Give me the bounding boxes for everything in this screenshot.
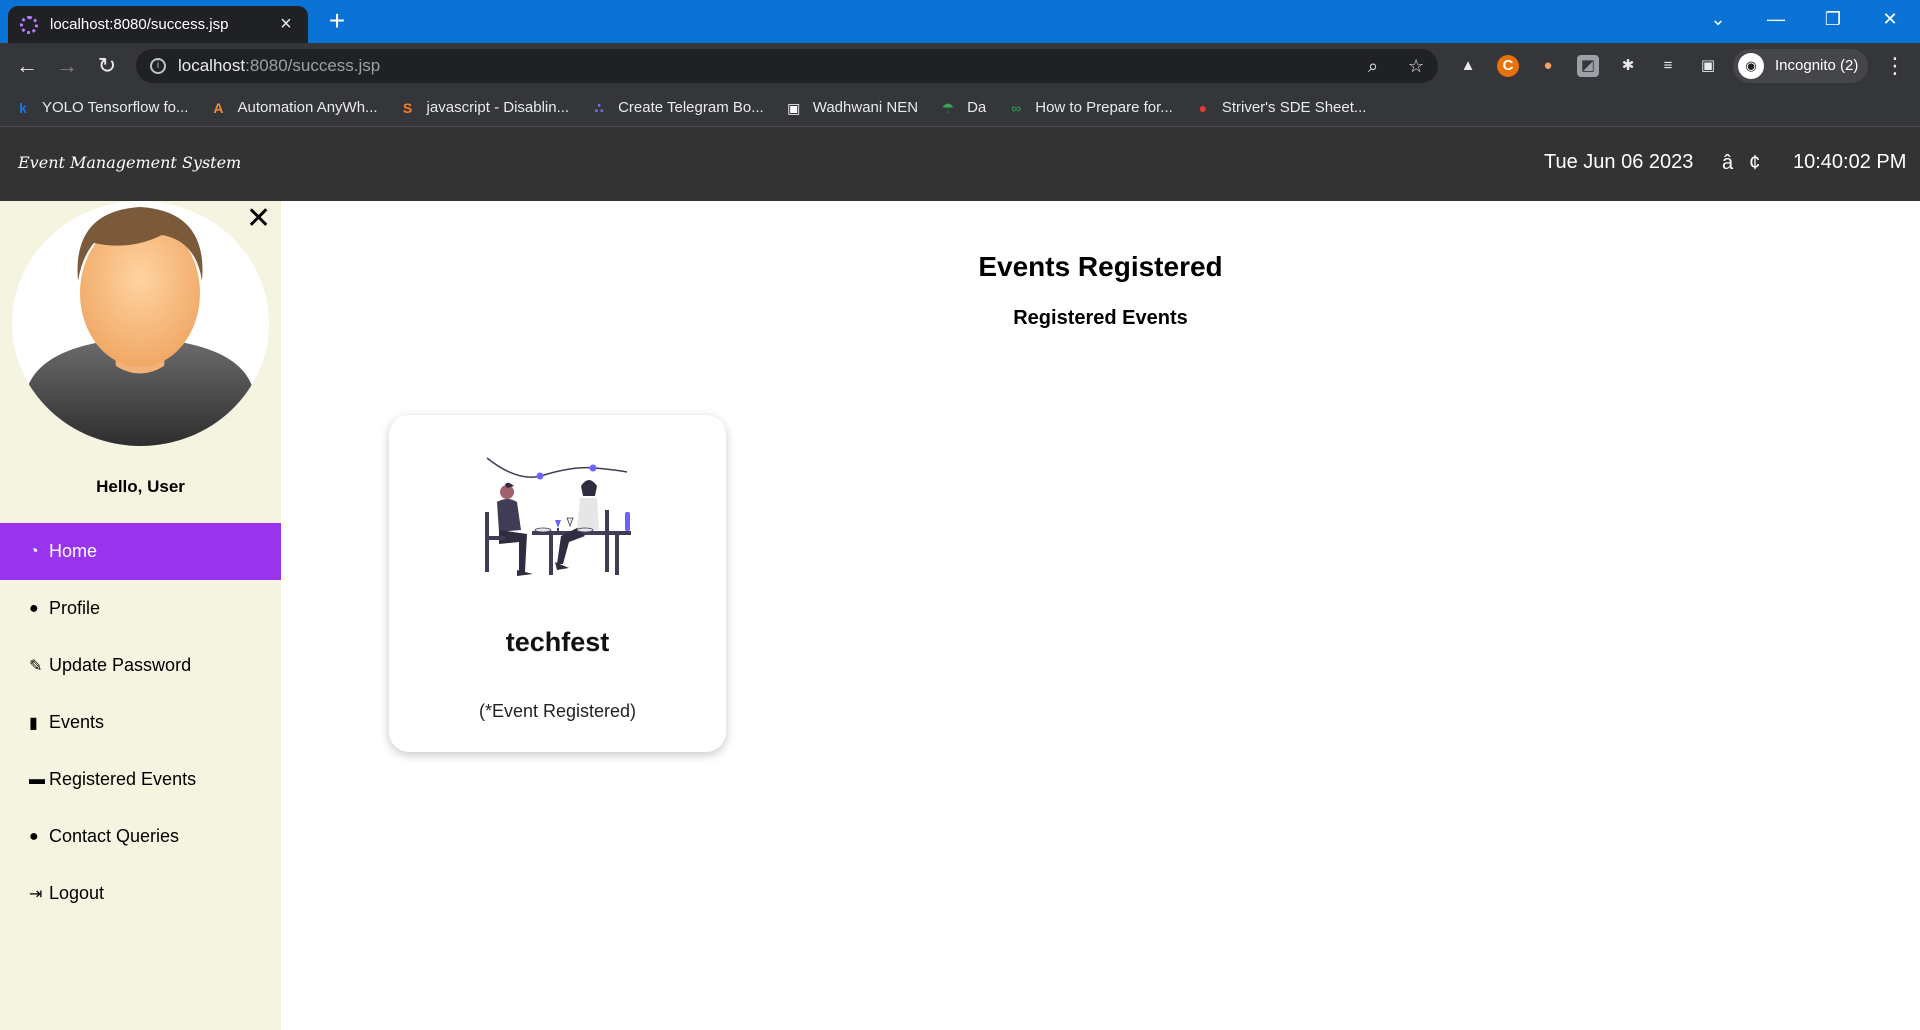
sidebar-item-label: Contact Queries bbox=[49, 826, 180, 846]
sidebar-item-events[interactable]: ▮ Events bbox=[0, 694, 281, 751]
bookmarks-bar: k YOLO Tensorflow fo... A Automation AnyWh.… bbox=[0, 89, 1920, 127]
bookmark-favicon-icon: A bbox=[213, 99, 224, 116]
bookmark-star-icon[interactable]: ☆ bbox=[1408, 49, 1424, 83]
bookmark-item[interactable]: k YOLO Tensorflow fo... bbox=[14, 99, 188, 117]
browser-tab[interactable]: localhost:8080/success.jsp × bbox=[8, 6, 308, 43]
dashboard-icon: ◔ bbox=[29, 542, 39, 560]
browser-menu-icon[interactable]: ⋮ bbox=[1884, 53, 1906, 79]
bookmark-item[interactable]: ▣ Wadhwani NEN bbox=[785, 99, 918, 117]
extension-drop-icon[interactable]: ● bbox=[1537, 55, 1559, 77]
new-tab-button[interactable]: + bbox=[322, 6, 352, 36]
close-tab-icon[interactable]: × bbox=[276, 13, 296, 36]
page-subtitle: Registered Events bbox=[1013, 307, 1188, 329]
avatar bbox=[12, 201, 269, 446]
close-window-button[interactable]: ✕ bbox=[1862, 0, 1918, 40]
bookmark-item[interactable]: ☂ Da bbox=[939, 99, 986, 117]
event-name: techfest bbox=[505, 627, 610, 657]
sidebar-item-update-password[interactable]: ✎ Update Password bbox=[0, 637, 281, 694]
sidebar: ✕ Hello, User ◔ Home ● Profile ✎ Update Passw… bbox=[0, 201, 281, 1030]
sidebar-item-profile[interactable]: ● Profile bbox=[0, 580, 281, 637]
bookmark-label: Automation AnyWh... bbox=[237, 99, 378, 116]
event-card[interactable]: techfest (*Event Registered) bbox=[389, 415, 726, 752]
comments-icon: ● bbox=[29, 827, 39, 845]
address-bar[interactable]: i localhost:8080/success.jsp ⌕ ☆ bbox=[136, 49, 1438, 83]
bookmark-label: Create Telegram Bo... bbox=[618, 99, 764, 116]
credit-card-icon: ▬ bbox=[29, 770, 45, 788]
page-title: Events Registered bbox=[978, 251, 1223, 282]
user-icon: ● bbox=[29, 599, 39, 617]
incognito-label: Incognito (2) bbox=[1775, 57, 1859, 74]
sidebar-item-label: Logout bbox=[49, 883, 105, 903]
minimize-button[interactable]: — bbox=[1748, 0, 1804, 40]
sidebar-item-label: Profile bbox=[49, 598, 101, 618]
sidebar-item-contact-queries[interactable]: ● Contact Queries bbox=[0, 808, 281, 865]
bookmark-favicon-icon: k bbox=[19, 99, 27, 116]
extensions-puzzle-icon[interactable]: ✱ bbox=[1617, 55, 1639, 77]
bookmark-item[interactable]: ● Striver's SDE Sheet... bbox=[1194, 99, 1367, 117]
url-host: localhost bbox=[178, 56, 246, 75]
bookmark-favicon-icon: ● bbox=[1198, 99, 1208, 116]
back-button[interactable]: ← bbox=[12, 51, 42, 81]
bookmark-item[interactable]: ∴ Create Telegram Bo... bbox=[590, 99, 764, 117]
sidebar-item-home[interactable]: ◔ Home bbox=[0, 523, 281, 580]
dinner-illustration-icon bbox=[485, 457, 631, 576]
restore-button[interactable]: ❐ bbox=[1805, 0, 1861, 40]
sidebar-item-label: Update Password bbox=[49, 655, 192, 675]
bookmark-item[interactable]: ∞ How to Prepare for... bbox=[1007, 99, 1173, 117]
side-panel-icon[interactable]: ▣ bbox=[1697, 55, 1719, 77]
tab-search-icon[interactable]: ⌄ bbox=[1690, 0, 1746, 40]
reload-button[interactable]: ↻ bbox=[92, 51, 122, 81]
header-separator-glyph: â¢ bbox=[1722, 152, 1761, 174]
incognito-icon: ◉ bbox=[1738, 53, 1764, 79]
tab-title: localhost:8080/success.jsp bbox=[50, 16, 229, 33]
extension-mountain-icon[interactable]: ▲ bbox=[1457, 55, 1479, 77]
bookmark-favicon-icon: ∞ bbox=[1011, 99, 1022, 116]
bookmark-favicon-icon: ∴ bbox=[594, 99, 604, 116]
bookmark-item[interactable]: A Automation AnyWh... bbox=[209, 99, 377, 117]
extension-c-icon[interactable]: C bbox=[1497, 55, 1519, 77]
browser-toolbar: ← → ↻ i localhost:8080/success.jsp ⌕ ☆ ▲… bbox=[0, 43, 1920, 89]
bookmark-label: javascript - Disablin... bbox=[426, 99, 570, 116]
bookmark-label: Da bbox=[967, 99, 987, 116]
forward-button[interactable]: → bbox=[52, 51, 82, 81]
close-sidebar-icon[interactable]: ✕ bbox=[246, 201, 271, 236]
event-status: (*Event Registered) bbox=[478, 701, 637, 721]
sidebar-item-label: Home bbox=[49, 541, 98, 561]
bookmark-label: Wadhwani NEN bbox=[812, 99, 919, 116]
header-time: 10:40:02 PM bbox=[1793, 151, 1907, 173]
logout-icon: ⇥ bbox=[29, 885, 43, 903]
media-queue-icon[interactable]: ≡ bbox=[1657, 55, 1679, 77]
brand-title[interactable]: Event Management System bbox=[18, 153, 241, 172]
zoom-icon[interactable]: ⌕ bbox=[1368, 49, 1378, 83]
bookmark-label: Striver's SDE Sheet... bbox=[1221, 99, 1367, 116]
header-date: Tue Jun 06 2023 bbox=[1544, 151, 1694, 173]
sidebar-item-registered-events[interactable]: ▬ Registered Events bbox=[0, 751, 281, 808]
bookmark-favicon-icon: ☂ bbox=[941, 99, 955, 116]
bookmark-favicon-icon: ▣ bbox=[787, 99, 801, 116]
site-info-icon[interactable]: i bbox=[150, 58, 166, 74]
bookmark-favicon-icon: S bbox=[402, 99, 413, 116]
bookmark-label: YOLO Tensorflow fo... bbox=[42, 99, 189, 116]
bookmark-item[interactable]: Sjavascript - Disablin... bbox=[399, 99, 570, 117]
loading-favicon-icon bbox=[20, 15, 38, 34]
url-path: :8080/success.jsp bbox=[245, 56, 381, 75]
bookmark-label: How to Prepare for... bbox=[1035, 99, 1173, 116]
incognito-profile-button[interactable]: ◉ Incognito (2) bbox=[1733, 49, 1868, 83]
sidebar-item-logout[interactable]: ⇥ Logout bbox=[0, 865, 281, 922]
book-icon: ▮ bbox=[29, 714, 38, 732]
browser-tab-bar: localhost:8080/success.jsp × + ⌄ — ❐ ✕ bbox=[0, 0, 1920, 43]
greeting: Hello, User bbox=[96, 477, 185, 496]
app-header: Event Management System Tue Jun 06 2023 … bbox=[0, 127, 1920, 201]
extension-square-icon[interactable]: ◩ bbox=[1577, 55, 1599, 77]
sidebar-item-label: Events bbox=[49, 712, 105, 732]
edit-icon: ✎ bbox=[29, 657, 43, 675]
sidebar-item-label: Registered Events bbox=[49, 769, 197, 789]
